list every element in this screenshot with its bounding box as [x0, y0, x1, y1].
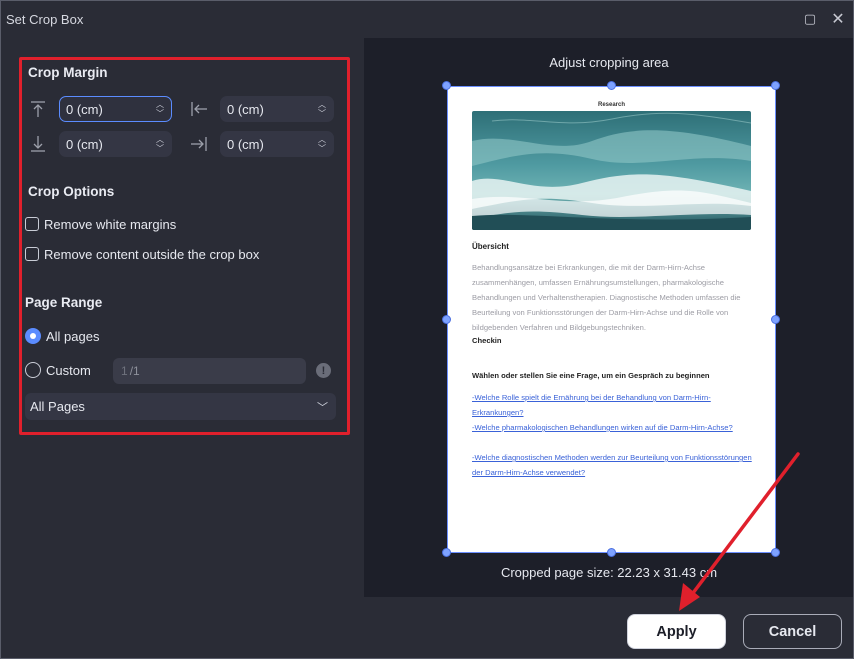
page-link-1[interactable]: -Welche Rolle spielt die Ernährung bei d…	[472, 390, 762, 420]
crop-handle-bottom[interactable]	[607, 548, 616, 557]
page-subset-select[interactable]: All Pages ﹀	[25, 393, 336, 420]
crop-handle-left[interactable]	[442, 315, 451, 324]
close-icon[interactable]: ✕	[828, 9, 848, 29]
preview-title: Adjust cropping area	[549, 55, 669, 70]
crop-margin-title: Crop Margin	[28, 65, 108, 80]
bottom-margin-input[interactable]: 0 (cm) ︿ ﹀	[59, 131, 172, 157]
page-question: Wählen oder stellen Sie eine Frage, um e…	[472, 371, 710, 380]
chevron-down-icon: ﹀	[317, 402, 328, 414]
chevron-down-icon[interactable]: ﹀	[156, 109, 164, 118]
top-margin-input[interactable]: 0 (cm) ︿ ﹀	[59, 96, 172, 122]
left-margin-value: 0 (cm)	[227, 101, 264, 117]
page-link-2[interactable]: -Welche pharmakologischen Behandlungen w…	[472, 420, 762, 435]
page-paragraph: Behandlungsansätze bei Erkrankungen, die…	[472, 263, 741, 332]
right-margin-value: 0 (cm)	[227, 136, 264, 152]
apply-button[interactable]: Apply	[627, 614, 726, 649]
page-link-3[interactable]: -Welche diagnostischen Methoden werden z…	[472, 450, 762, 480]
cropped-size-label: Cropped page size: 22.23 x 31.43 cm	[500, 565, 718, 580]
all-pages-label[interactable]: All pages	[46, 329, 99, 344]
page-heading: Übersicht	[472, 242, 509, 251]
custom-range-total: /1	[129, 364, 140, 378]
wave-image	[472, 111, 751, 230]
page-preview: Research Übersicht Behandlungsansätze be…	[447, 86, 776, 553]
bottom-margin-spinner[interactable]: ︿ ﹀	[156, 135, 164, 153]
cancel-button[interactable]: Cancel	[743, 614, 842, 649]
chevron-down-icon[interactable]: ﹀	[156, 144, 164, 153]
crop-handle-top-left[interactable]	[442, 81, 451, 90]
page-header: Research	[597, 102, 626, 108]
custom-radio[interactable]	[25, 362, 41, 378]
crop-handle-right[interactable]	[771, 315, 780, 324]
remove-outside-label[interactable]: Remove content outside the crop box	[44, 247, 259, 262]
custom-range-input[interactable]: 1 /1	[113, 358, 306, 384]
page-subset-value: All Pages	[30, 399, 85, 414]
right-margin-spinner[interactable]: ︿ ﹀	[318, 135, 326, 153]
chevron-up-icon[interactable]: ︿	[156, 135, 164, 144]
crop-handle-bottom-left[interactable]	[442, 548, 451, 557]
page-range-title: Page Range	[25, 295, 103, 310]
dialog-title: Set Crop Box	[6, 12, 84, 27]
right-margin-icon	[191, 137, 207, 151]
chevron-up-icon[interactable]: ︿	[318, 135, 326, 144]
info-icon[interactable]: !	[316, 363, 331, 378]
all-pages-radio[interactable]	[25, 328, 41, 344]
remove-white-margins-checkbox[interactable]	[25, 217, 39, 231]
top-margin-value: 0 (cm)	[66, 101, 103, 117]
title-bar: Set Crop Box ▢ ✕	[0, 0, 854, 38]
chevron-down-icon[interactable]: ﹀	[318, 109, 326, 118]
right-margin-input[interactable]: 0 (cm) ︿ ﹀	[220, 131, 334, 157]
bottom-margin-value: 0 (cm)	[66, 136, 103, 152]
top-margin-icon	[31, 101, 45, 117]
remove-outside-checkbox[interactable]	[25, 247, 39, 261]
chevron-up-icon[interactable]: ︿	[318, 100, 326, 109]
bottom-margin-icon	[31, 136, 45, 152]
top-margin-spinner[interactable]: ︿ ﹀	[156, 100, 164, 118]
maximize-icon[interactable]: ▢	[800, 9, 820, 29]
custom-label[interactable]: Custom	[46, 363, 91, 378]
crop-options-title: Crop Options	[28, 184, 115, 199]
left-margin-icon	[191, 102, 207, 116]
wave-photo-icon	[472, 111, 751, 230]
crop-handle-top[interactable]	[607, 81, 616, 90]
page-checkin: Checkin	[472, 336, 504, 345]
crop-handle-top-right[interactable]	[771, 81, 780, 90]
left-margin-input[interactable]: 0 (cm) ︿ ﹀	[220, 96, 334, 122]
left-margin-spinner[interactable]: ︿ ﹀	[318, 100, 326, 118]
remove-white-margins-label[interactable]: Remove white margins	[44, 217, 176, 232]
chevron-down-icon[interactable]: ﹀	[318, 144, 326, 153]
custom-range-value: 1	[121, 364, 128, 378]
chevron-up-icon[interactable]: ︿	[156, 100, 164, 109]
crop-handle-bottom-right[interactable]	[771, 548, 780, 557]
